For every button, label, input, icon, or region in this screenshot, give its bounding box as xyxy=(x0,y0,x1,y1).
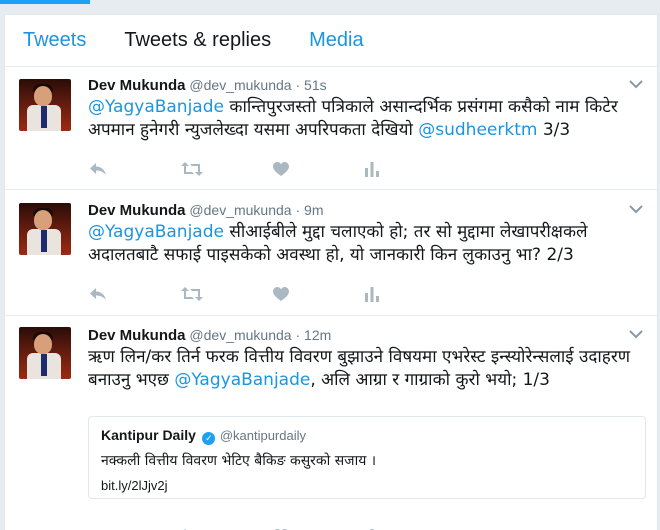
retweet-button[interactable] xyxy=(181,286,273,302)
heart-icon xyxy=(273,161,289,176)
mention-link[interactable]: @YagyaBanjade xyxy=(88,97,224,117)
reply-button[interactable] xyxy=(89,286,181,302)
tab-tweets[interactable]: Tweets xyxy=(23,29,86,52)
tweet-timestamp[interactable]: 51s xyxy=(304,77,327,93)
top-accent-bar xyxy=(0,0,90,4)
timeline-panel: Tweets Tweets & replies Media Dev Mukund… xyxy=(4,14,658,530)
chevron-down-icon[interactable] xyxy=(629,77,643,93)
quoted-link[interactable]: bit.ly/2lJjv2j xyxy=(101,478,633,493)
avatar[interactable] xyxy=(19,79,71,131)
quoted-author-handle: @kantipurdaily xyxy=(219,428,306,443)
tweet-text: ऋण लिन/कर तिर्न फरक वित्तीय विवरण बुझाउन… xyxy=(88,347,631,390)
author-handle[interactable]: @dev_mukunda xyxy=(189,327,291,343)
author-handle[interactable]: @dev_mukunda xyxy=(189,202,291,218)
reply-button[interactable] xyxy=(89,161,181,177)
mention-link[interactable]: @YagyaBanjade xyxy=(174,370,310,390)
author-name[interactable]: Dev Mukunda xyxy=(88,327,186,344)
avatar[interactable] xyxy=(19,203,71,255)
like-button[interactable] xyxy=(273,161,365,177)
analytics-icon xyxy=(365,286,379,302)
tweet-text: @YagyaBanjade कान्तिपुरजस्तो पत्रिकाले अ… xyxy=(88,97,618,140)
reply-icon xyxy=(90,288,106,300)
author-name[interactable]: Dev Mukunda xyxy=(88,77,186,94)
retweet-icon xyxy=(181,162,203,176)
quoted-tweet[interactable]: Kantipur Daily ✓ @kantipurdaily नक्कली व… xyxy=(88,416,646,499)
tweet-actions xyxy=(89,161,457,177)
tweet-timestamp[interactable]: 12m xyxy=(304,327,331,343)
tweet-text: @YagyaBanjade सीआईबीले मुद्दा चलाएको हो;… xyxy=(88,222,588,265)
chevron-down-icon[interactable] xyxy=(629,202,643,218)
analytics-button[interactable] xyxy=(365,286,457,302)
analytics-icon xyxy=(365,161,379,177)
tweet-header: Dev Mukunda @dev_mukunda · 9m xyxy=(88,202,324,219)
heart-icon xyxy=(273,286,289,301)
chevron-down-icon[interactable] xyxy=(629,327,643,343)
tweet-actions xyxy=(89,286,457,302)
author-name[interactable]: Dev Mukunda xyxy=(88,202,186,219)
quoted-text: नक्कली वित्तीय विवरण भेटिए बैकिङ कसुरको … xyxy=(101,453,377,469)
profile-tabs: Tweets Tweets & replies Media xyxy=(5,15,657,67)
tweet-timestamp[interactable]: 9m xyxy=(304,202,323,218)
tweet-header: Dev Mukunda @dev_mukunda · 12m xyxy=(88,327,332,344)
analytics-button[interactable] xyxy=(365,161,457,177)
tweet-header: Dev Mukunda @dev_mukunda · 51s xyxy=(88,77,327,94)
mention-link[interactable]: @YagyaBanjade xyxy=(88,222,224,242)
tweet-item[interactable]: Dev Mukunda @dev_mukunda · 12m ऋण लिन/कर… xyxy=(5,316,657,530)
author-handle[interactable]: @dev_mukunda xyxy=(189,77,291,93)
quoted-author-name: Kantipur Daily xyxy=(101,427,196,443)
tab-media[interactable]: Media xyxy=(309,29,363,52)
retweet-button[interactable] xyxy=(181,161,273,177)
reply-icon xyxy=(90,163,106,175)
tab-tweets-and-replies[interactable]: Tweets & replies xyxy=(124,29,271,52)
tweet-item[interactable]: Dev Mukunda @dev_mukunda · 9m @YagyaBanj… xyxy=(5,190,657,316)
like-button[interactable] xyxy=(273,286,365,302)
tweet-item[interactable]: Dev Mukunda @dev_mukunda · 51s @YagyaBan… xyxy=(5,67,657,190)
mention-link[interactable]: @sudheerktm xyxy=(418,120,537,140)
verified-badge-icon: ✓ xyxy=(202,432,216,445)
retweet-icon xyxy=(181,287,203,301)
avatar[interactable] xyxy=(19,327,71,379)
